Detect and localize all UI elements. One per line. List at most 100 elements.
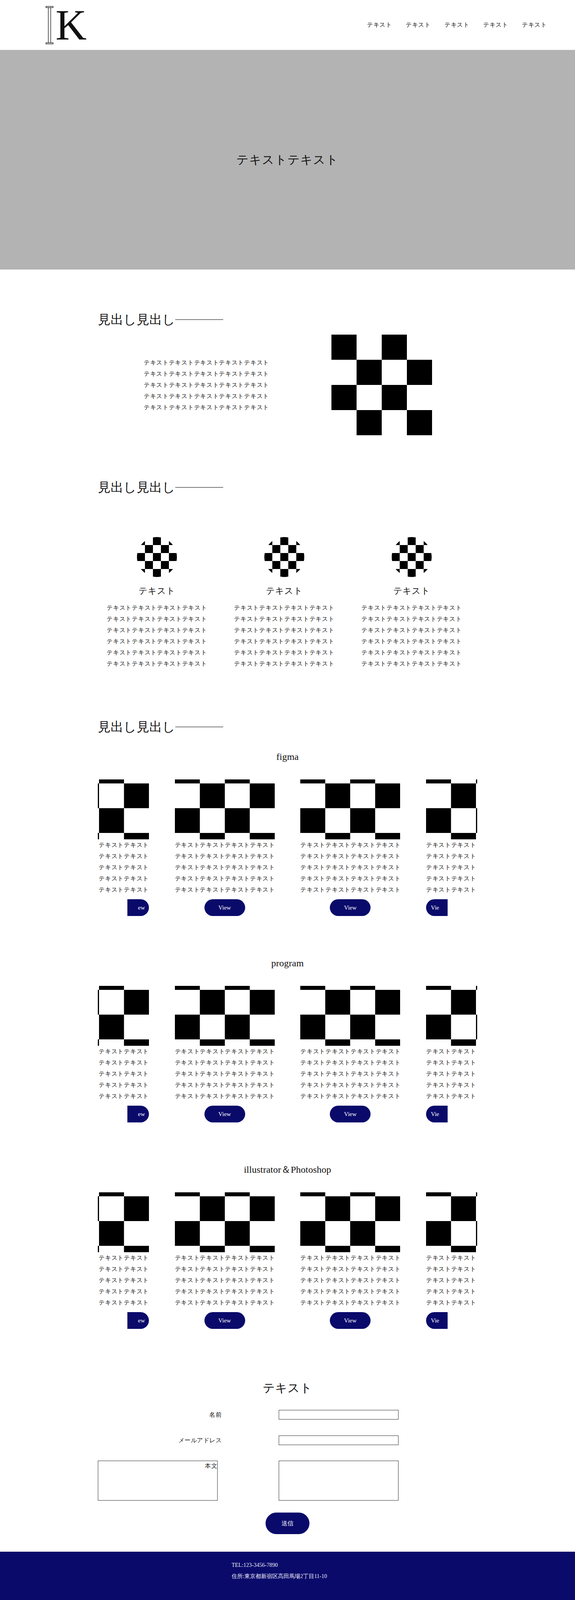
text-line: テキストテキスト [426, 1274, 478, 1286]
text-line: テキストテキストテキストテキストテキスト [143, 401, 276, 413]
field-label: メールアドレス [97, 1435, 222, 1446]
view-button[interactable]: ew [127, 1312, 149, 1329]
text-line: テキストテキストテキストテキスト [174, 1263, 275, 1275]
nav-item[interactable]: テキスト [521, 21, 547, 29]
view-button[interactable]: Vie [426, 1105, 448, 1123]
checker-thumb-icon [97, 779, 149, 840]
text-line: テキストテキストテキストテキスト [300, 1296, 401, 1309]
features-section: 見出し見出し テキスト テキストテキストテキストテキストテキストテキストテキスト… [97, 479, 478, 670]
work-card: テキストテキストテキストテキストテキストテキストテキストテキストテキストテキスト… [97, 985, 149, 1123]
work-card: テキストテキストテキストテキストテキストテキストテキストテキストテキストテキスト… [174, 985, 275, 1123]
text-line: テキストテキスト [97, 1090, 149, 1102]
text-line: テキストテキストテキストテキスト [174, 872, 275, 885]
checker-thumb-icon [300, 779, 401, 840]
text-line: テキストテキスト [426, 1296, 478, 1309]
view-button[interactable]: ew [127, 899, 149, 917]
text-line: テキストテキストテキストテキスト [233, 635, 335, 647]
submit-button[interactable]: 送信 [265, 1512, 310, 1535]
site-header: K テキスト テキスト テキスト テキスト テキスト [0, 0, 575, 50]
text-line: テキストテキストテキストテキスト [174, 1068, 275, 1080]
text-line: テキストテキストテキストテキスト [106, 602, 207, 614]
logo-bracket-icon [45, 5, 54, 45]
feature-title: テキスト [393, 584, 431, 597]
view-button[interactable]: View [204, 1312, 246, 1329]
view-button[interactable]: Vie [426, 1312, 448, 1329]
text-line: テキストテキスト [426, 1285, 478, 1297]
text-line: テキストテキストテキストテキスト [300, 884, 401, 896]
checker-thumb-icon [97, 985, 149, 1046]
work-card: テキストテキストテキストテキストテキストテキストテキストテキストテキストテキスト… [426, 1192, 478, 1329]
text-line: テキストテキストテキストテキストテキスト [143, 356, 276, 369]
text-line: テキストテキストテキストテキスト [300, 839, 401, 851]
text-line: テキストテキスト [426, 872, 478, 885]
text-line: テキストテキストテキストテキスト [174, 1252, 275, 1264]
about-section: 見出し見出し テキストテキストテキストテキストテキストテキストテキストテキストテ… [97, 269, 478, 436]
text-line: テキストテキスト [97, 872, 149, 885]
field-label: 名前 [97, 1409, 222, 1420]
text-line: テキストテキストテキストテキスト [361, 602, 462, 614]
text-line: テキストテキストテキストテキスト [233, 658, 335, 670]
nav-item[interactable]: テキスト [444, 21, 470, 29]
text-line: テキストテキストテキストテキスト [361, 658, 462, 670]
text-line: テキストテキストテキストテキストテキスト [143, 390, 276, 402]
text-line: テキストテキストテキストテキスト [300, 1090, 401, 1102]
text-line: テキストテキストテキストテキスト [300, 1274, 401, 1286]
text-line: テキストテキストテキストテキスト [174, 839, 275, 851]
view-button[interactable]: View [204, 1105, 246, 1123]
card-image [426, 1192, 478, 1253]
text-line: テキストテキストテキストテキスト [106, 635, 207, 647]
carousel[interactable]: テキストテキストテキストテキストテキストテキストテキストテキストテキストテキスト… [97, 985, 478, 1123]
hero: テキストテキスト [0, 49, 575, 270]
text-line: テキストテキストテキストテキスト [174, 850, 275, 862]
work-card: テキストテキストテキストテキストテキストテキストテキストテキストテキストテキスト… [426, 779, 478, 917]
text-line: テキストテキストテキストテキスト [233, 646, 335, 659]
text-line: テキストテキスト [97, 1296, 149, 1309]
category-title: program [97, 956, 478, 970]
view-button[interactable]: View [204, 899, 246, 917]
feature-title: テキスト [138, 584, 176, 597]
work-card: テキストテキストテキストテキストテキストテキストテキストテキストテキストテキスト… [174, 1192, 275, 1329]
view-button[interactable]: Vie [426, 899, 448, 917]
view-button[interactable]: View [329, 1312, 371, 1329]
checker-thumb-icon [174, 1192, 275, 1253]
nav-item[interactable]: テキスト [405, 21, 431, 29]
feature-card: テキスト テキストテキストテキストテキストテキストテキストテキストテキストテキス… [233, 537, 336, 670]
nav-item[interactable]: テキスト [483, 21, 508, 29]
text-line: テキストテキスト [426, 1068, 478, 1080]
work-card: テキストテキストテキストテキストテキストテキストテキストテキストテキストテキスト… [97, 1192, 149, 1329]
work-category: figma テキストテキストテキストテキストテキストテキストテキストテキストテキ… [97, 749, 478, 917]
text-line: テキストテキスト [97, 1263, 149, 1275]
logo[interactable]: K [45, 3, 87, 47]
carousel[interactable]: テキストテキストテキストテキストテキストテキストテキストテキストテキストテキスト… [97, 1192, 478, 1329]
work-card: テキストテキストテキストテキストテキストテキストテキストテキストテキストテキスト… [300, 779, 401, 917]
carousel[interactable]: テキストテキストテキストテキストテキストテキストテキストテキストテキストテキスト… [97, 779, 478, 917]
contact-form: 名前 メールアドレス 本文 [97, 1409, 478, 1501]
text-line: テキストテキストテキストテキスト [106, 646, 207, 659]
work-category: illustrator＆Photoshop テキストテキストテキストテキストテキ… [97, 1162, 478, 1329]
view-button[interactable]: View [329, 1105, 371, 1123]
text-line: テキストテキストテキストテキスト [233, 624, 335, 636]
text-line: テキストテキスト [426, 861, 478, 873]
text-input[interactable] [278, 1409, 399, 1420]
section-heading: 見出し見出し [97, 718, 478, 735]
contact-section: テキスト 名前 メールアドレス 本文 送信 [97, 1380, 478, 1535]
checker-thumb-icon [300, 985, 401, 1046]
card-image [300, 985, 401, 1046]
view-button[interactable]: ew [127, 1105, 149, 1123]
text-line: テキストテキストテキストテキスト [300, 1068, 401, 1080]
text-input[interactable] [278, 1435, 399, 1446]
hero-title: テキストテキスト [236, 151, 339, 169]
message-textarea[interactable] [278, 1460, 399, 1501]
work-category: program テキストテキストテキストテキストテキストテキストテキストテキスト… [97, 956, 478, 1123]
feature-title: テキスト [265, 584, 303, 597]
text-line: テキストテキスト [426, 884, 478, 896]
view-button[interactable]: View [329, 899, 371, 917]
nav-item[interactable]: テキスト [366, 21, 392, 29]
card-image [174, 779, 275, 840]
feature-card: テキスト テキストテキストテキストテキストテキストテキストテキストテキストテキス… [105, 537, 209, 670]
text-line: テキストテキスト [97, 1068, 149, 1080]
card-image [426, 779, 478, 840]
checker-thumb-icon [426, 985, 478, 1046]
text-line: テキストテキストテキストテキスト [300, 1252, 401, 1264]
text-line: テキストテキストテキストテキスト [174, 1296, 275, 1309]
